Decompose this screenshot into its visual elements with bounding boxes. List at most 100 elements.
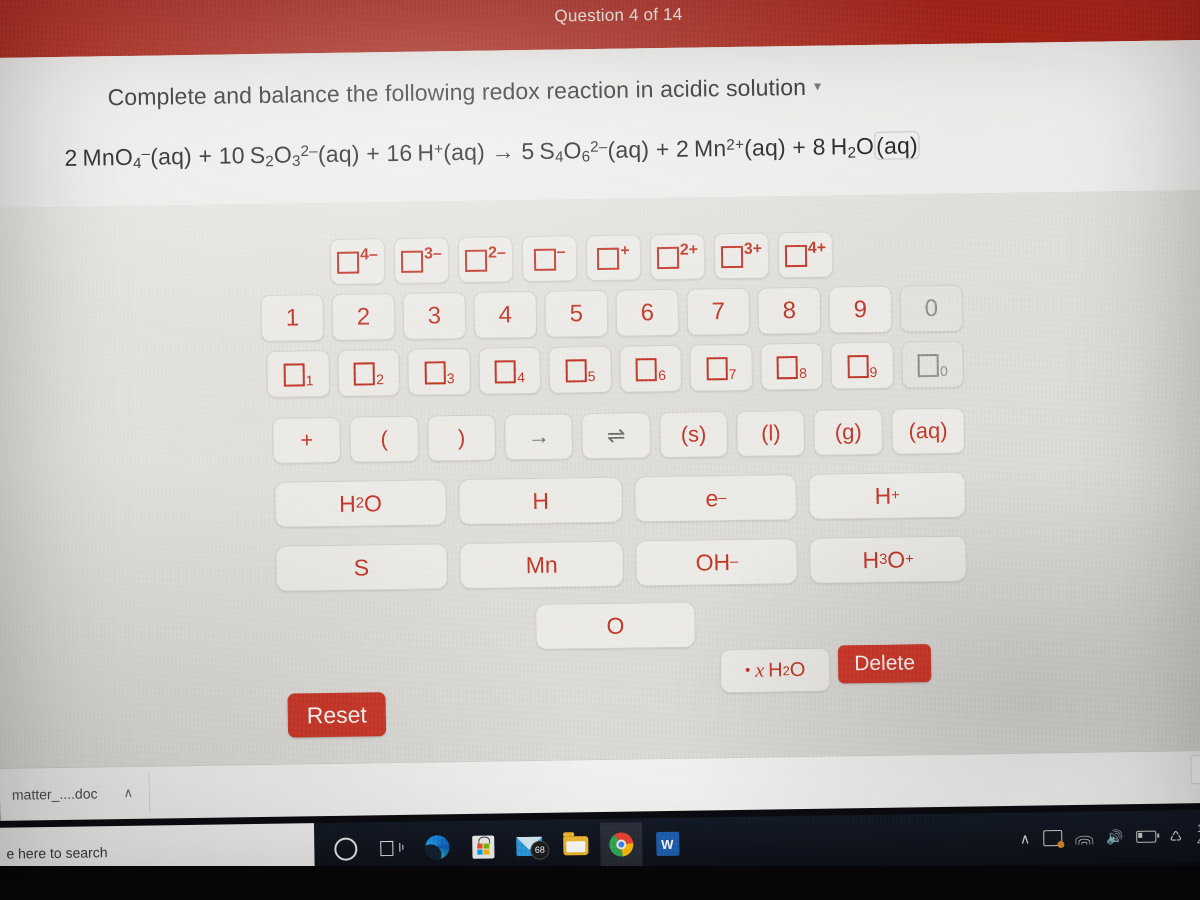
operator-label: ( [380, 426, 389, 452]
digit-key-7[interactable]: 7 [686, 287, 751, 336]
operator-key-state-solid[interactable]: (s) [659, 411, 729, 459]
operator-key-state-gas[interactable]: (g) [813, 408, 883, 456]
microsoft-store-icon[interactable] [462, 824, 505, 869]
operator-key-close-paren[interactable]: ) [427, 414, 497, 462]
equation-state: (aq) [873, 131, 921, 160]
species-key-water[interactable]: H2O [274, 479, 447, 528]
digit-key-6[interactable]: 6 [615, 288, 680, 337]
digit-label: 6 [640, 298, 655, 326]
edge-icon[interactable] [416, 825, 459, 870]
operator-key-plus[interactable]: + [272, 416, 342, 464]
charge-key-7[interactable]: 4+ [777, 231, 834, 279]
charge-label: 4– [359, 246, 378, 264]
subscript-label: 2 [376, 370, 385, 387]
subscript-key-6[interactable]: 6 [618, 344, 683, 393]
equation-operator: + [649, 135, 677, 163]
equation-formula: H [417, 139, 435, 166]
equation-operator: + [359, 140, 387, 167]
charge-key-1[interactable]: 3– [393, 237, 450, 285]
subscript-key-5[interactable]: 5 [548, 345, 612, 394]
tray-chevron-up-icon[interactable]: ∧ [1020, 830, 1031, 847]
operator-label: (s) [680, 421, 707, 447]
species-key-proton[interactable]: H + [808, 471, 966, 520]
operator-label: + [300, 427, 314, 453]
volume-icon[interactable]: 🔊 [1106, 829, 1124, 846]
equation-term: 2 MnO4–(aq) [64, 142, 193, 173]
charge-key-6[interactable]: 3+ [713, 232, 770, 280]
equation-formula: MnO4 [82, 143, 142, 173]
water-oxygen-label: O [789, 658, 806, 681]
species-key-manganese[interactable]: Mn [458, 540, 625, 590]
charge-key-3[interactable]: – [521, 235, 578, 283]
onedrive-icon[interactable] [1043, 830, 1063, 847]
delete-button[interactable]: Delete [837, 644, 932, 684]
equation-operator: → [484, 138, 522, 165]
equation-state: (aq) [150, 142, 193, 170]
placeholder-box-icon [847, 354, 869, 379]
multiply-x-label: x [755, 659, 765, 682]
placeholder-box-icon [565, 359, 587, 383]
subscript-key-7[interactable]: 7 [689, 343, 753, 392]
digit-key-1[interactable]: 1 [260, 294, 325, 342]
digit-label: 2 [356, 302, 371, 331]
charge-key-5[interactable]: 2+ [649, 233, 706, 281]
placeholder-box-icon [337, 251, 360, 274]
show-all-downloads-link[interactable]: Sho [1190, 754, 1200, 785]
subscript-key-2[interactable]: 2 [336, 348, 401, 397]
species-key-sulfur[interactable]: S [275, 543, 448, 592]
charge-key-4[interactable]: + [585, 234, 642, 282]
operator-key-state-liquid[interactable]: (l) [736, 409, 806, 457]
species-formula: S [353, 553, 370, 581]
subscript-label: 7 [728, 365, 737, 382]
digit-key-5[interactable]: 5 [544, 289, 609, 338]
placeholder-box-icon [720, 245, 744, 269]
equation-state: (aq) [443, 138, 486, 166]
equation-charge: 2– [300, 142, 318, 161]
subscript-key-3[interactable]: 3 [407, 347, 471, 396]
operator-key-yields-arrow[interactable]: → [504, 413, 574, 461]
wifi-icon[interactable] [1075, 831, 1094, 845]
charge-label: – [556, 243, 566, 261]
multiply-water-button[interactable]: • x H 2 O [719, 647, 831, 694]
charge-key-2[interactable]: 2– [457, 236, 514, 284]
subscript-key-4[interactable]: 4 [477, 346, 542, 395]
reset-button[interactable]: Reset [287, 692, 387, 738]
operator-key-state-aqueous[interactable]: (aq) [891, 407, 966, 455]
operator-key-equilibrium-arrow[interactable]: ⇌ [581, 412, 651, 460]
chevron-up-icon[interactable]: ∧ [123, 785, 133, 801]
digit-key-0[interactable]: 0 [899, 284, 964, 333]
digit-key-8[interactable]: 8 [757, 286, 822, 335]
charge-key-0[interactable]: 4– [329, 238, 386, 285]
subscript-key-0[interactable]: 0 [900, 340, 965, 389]
digit-key-2[interactable]: 2 [331, 293, 396, 341]
species-key-electron[interactable]: e – [634, 474, 798, 523]
species-key-oxygen[interactable]: O [535, 601, 696, 650]
subscript-key-1[interactable]: 1 [266, 349, 330, 398]
operator-label: (l) [760, 420, 781, 446]
file-explorer-icon[interactable] [554, 823, 597, 868]
system-tray: ∧ 🔊 ♺ 11:27 P 4/16/20 [1020, 822, 1200, 851]
cortana-icon[interactable] [324, 826, 367, 871]
task-view-icon[interactable] [370, 826, 413, 871]
reaction-equation: 2 MnO4–(aq) + 10 S2O32–(aq) + 16 H+(aq) → 5… [64, 131, 921, 173]
chrome-icon[interactable] [599, 822, 643, 867]
species-key-hydronium[interactable]: H 3 O + [809, 535, 967, 584]
clock[interactable]: 11:27 P 4/16/20 [1195, 822, 1200, 849]
subscript-key-9[interactable]: 9 [830, 341, 894, 390]
mail-icon[interactable]: 68 [508, 824, 551, 869]
download-item[interactable]: matter_....doc ∧ [7, 772, 151, 815]
digit-key-4[interactable]: 4 [473, 290, 538, 339]
word-icon[interactable]: W [646, 822, 689, 867]
operator-label: → [527, 423, 551, 450]
placeholder-box-icon [917, 353, 940, 378]
species-key-hydroxide[interactable]: OH – [635, 538, 799, 587]
subscript-key-8[interactable]: 8 [759, 342, 824, 391]
species-key-hydrogen[interactable]: H [458, 476, 624, 526]
operator-key-open-paren[interactable]: ( [349, 415, 419, 463]
chevron-down-icon: ▾ [813, 77, 822, 94]
bluetooth-icon[interactable]: ♺ [1169, 828, 1182, 845]
digit-key-9[interactable]: 9 [828, 285, 893, 334]
digit-key-3[interactable]: 3 [402, 291, 467, 340]
battery-icon[interactable] [1136, 830, 1157, 843]
keypad-charge-row: 4– 3– 2– – +2+ 3+ 4+ [329, 230, 963, 285]
